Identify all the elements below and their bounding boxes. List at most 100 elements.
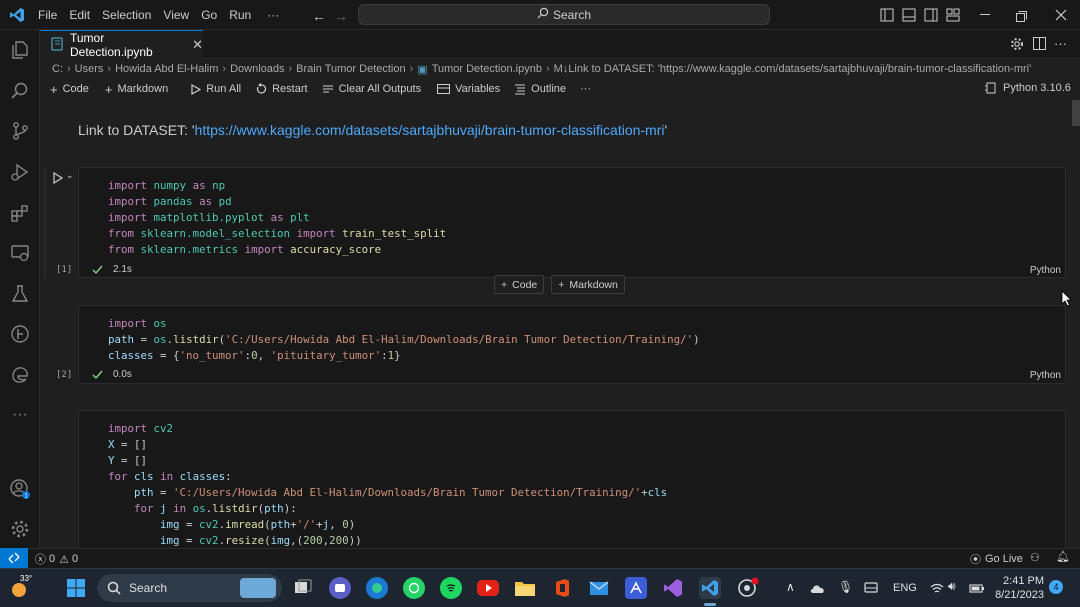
restart-button[interactable]: Restart (255, 83, 308, 95)
wifi-icon[interactable] (930, 581, 944, 599)
explorer-icon[interactable] (8, 38, 32, 62)
gitlens-icon[interactable] (8, 322, 32, 346)
whatsapp-icon[interactable] (403, 577, 425, 599)
source-control-icon[interactable] (8, 119, 32, 143)
cell-language-label[interactable]: Python (1030, 370, 1061, 381)
edge-devtools-icon[interactable] (8, 363, 32, 387)
back-arrow-icon[interactable]: ← (312, 8, 326, 24)
run-all-button[interactable]: Run All (190, 83, 241, 95)
more-views-icon[interactable]: ··· (8, 403, 32, 427)
search-sidebar-icon[interactable] (8, 79, 32, 103)
notebook-scrollbar[interactable] (1072, 100, 1080, 126)
teams-chat-icon[interactable] (329, 577, 351, 599)
clock[interactable]: 2:41 PM 8/21/2023 (992, 574, 1044, 602)
remote-explorer-icon[interactable] (8, 241, 32, 265)
breadcrumb-file[interactable]: Tumor Detection.ipynb (432, 63, 542, 75)
power-automate-icon[interactable] (625, 577, 647, 599)
clear-outputs-button[interactable]: Clear All Outputs (322, 83, 421, 95)
notification-badge[interactable]: 4 (1049, 580, 1063, 594)
extensions-icon[interactable] (8, 201, 32, 225)
office-icon[interactable] (551, 577, 573, 599)
menu-go[interactable]: Go (195, 0, 223, 30)
file-explorer-icon[interactable] (514, 577, 536, 599)
restore-icon[interactable] (1016, 9, 1027, 27)
forward-arrow-icon[interactable]: → (334, 8, 348, 24)
toggle-secondary-sidebar-icon[interactable] (924, 8, 938, 27)
onedrive-cloud-icon[interactable] (810, 581, 826, 599)
start-windows-icon[interactable] (65, 577, 87, 599)
toggle-primary-sidebar-icon[interactable] (880, 8, 894, 27)
menu-more[interactable]: ··· (261, 0, 285, 30)
tab-close-icon[interactable]: ✕ (192, 37, 203, 53)
tab-tumor-detection[interactable]: Tumor Detection.ipynb ✕ (40, 30, 203, 59)
run-options-chevron-icon[interactable]: ⌄ (66, 170, 74, 181)
breadcrumb-markdown-cell[interactable]: M↓Link to DATASET: 'https://www.kaggle.c… (554, 63, 1032, 75)
code-cell-2[interactable]: import os path = os.listdir('C:/Users/Ho… (78, 305, 1066, 384)
insert-markdown-button[interactable]: + Markdown (551, 275, 625, 294)
minimize-icon[interactable] (980, 14, 990, 15)
menu-file[interactable]: File (32, 0, 63, 30)
code-cell-1[interactable]: import numpy as np import pandas as pd i… (78, 167, 1066, 278)
active-app-indicator (704, 603, 716, 606)
weather-widget[interactable]: 33° (10, 574, 32, 599)
insert-code-button[interactable]: + Code (494, 275, 545, 294)
more-actions-icon[interactable]: ··· (1054, 36, 1067, 51)
spotify-icon[interactable] (440, 577, 462, 599)
cell-language-label[interactable]: Python (1030, 265, 1061, 276)
feedback-icon[interactable]: ⚇ (1030, 551, 1040, 564)
go-live-button[interactable]: ⦿ Go Live (970, 551, 1023, 567)
battery-icon[interactable] (969, 581, 985, 599)
close-window-icon[interactable] (1055, 8, 1067, 26)
input-language[interactable]: ENG (893, 582, 917, 594)
code-cell-3[interactable]: import cv2 X = [] Y = [] for cls in clas… (78, 410, 1066, 548)
volume-icon[interactable]: 🔊︎ (948, 579, 956, 594)
kernel-picker[interactable]: Python 3.10.6 (985, 82, 1071, 94)
youtube-icon[interactable] (477, 580, 499, 596)
manage-gear-icon[interactable] (8, 517, 32, 541)
customize-layout-icon[interactable] (946, 8, 960, 27)
dataset-link[interactable]: https://www.kaggle.com/datasets/sartajbh… (195, 122, 665, 138)
menu-selection[interactable]: Selection (96, 0, 157, 30)
code-editor-2[interactable]: import os path = os.listdir('C:/Users/Ho… (108, 316, 700, 364)
outline-button[interactable]: Outline (514, 83, 566, 95)
cell-focus-indicator (44, 168, 46, 278)
edge-browser-icon[interactable] (366, 577, 388, 599)
notebook-settings-gear-icon[interactable] (1010, 37, 1024, 56)
breadcrumb-drive[interactable]: C: (52, 63, 63, 75)
command-center-search[interactable]: Search (358, 4, 770, 25)
taskbar-search[interactable]: Search (97, 574, 282, 602)
problems-indicator[interactable]: ⓧ 0 ⚠ 0 (35, 551, 78, 567)
breadcrumb-users[interactable]: Users (75, 63, 104, 75)
notifications-bell-icon[interactable]: 🔔︎ (1056, 550, 1070, 563)
accounts-icon[interactable]: 1 (8, 477, 32, 501)
menu-edit[interactable]: Edit (63, 0, 96, 30)
remote-indicator-button[interactable] (0, 548, 28, 568)
toggle-panel-icon[interactable] (902, 8, 916, 27)
variables-button[interactable]: Variables (437, 83, 500, 95)
toolbar-more-button[interactable]: ··· (580, 83, 591, 95)
code-editor-3[interactable]: import cv2 X = [] Y = [] for cls in clas… (108, 421, 667, 549)
warning-icon: ⚠ (59, 553, 69, 566)
run-debug-icon[interactable] (8, 160, 32, 184)
breadcrumb-downloads[interactable]: Downloads (230, 63, 284, 75)
breadcrumb-user[interactable]: Howida Abd El-Halim (115, 63, 218, 75)
run-cell-icon[interactable] (52, 171, 64, 189)
code-editor-1[interactable]: import numpy as np import pandas as pd i… (108, 178, 446, 258)
task-view-icon[interactable] (292, 577, 314, 599)
testing-icon[interactable] (8, 282, 32, 306)
add-code-button[interactable]: + Code (50, 82, 89, 97)
tab-label: Tumor Detection.ipynb (70, 31, 153, 59)
status-bar (0, 548, 1080, 568)
add-markdown-button[interactable]: + Markdown (105, 82, 168, 97)
device-icon[interactable] (864, 581, 878, 599)
vscode-taskbar-icon[interactable] (699, 577, 721, 599)
menu-view[interactable]: View (157, 0, 195, 30)
visual-studio-icon[interactable] (662, 577, 684, 599)
microphone-icon[interactable]: 🎙︎ (838, 580, 853, 594)
menu-run[interactable]: Run (223, 0, 257, 30)
split-editor-icon[interactable] (1033, 37, 1046, 55)
obs-recorder-icon[interactable] (737, 577, 759, 599)
tray-overflow-chevron-icon[interactable]: ∧ (786, 580, 795, 594)
breadcrumb-folder[interactable]: Brain Tumor Detection (296, 63, 405, 75)
mail-icon[interactable] (588, 577, 610, 599)
